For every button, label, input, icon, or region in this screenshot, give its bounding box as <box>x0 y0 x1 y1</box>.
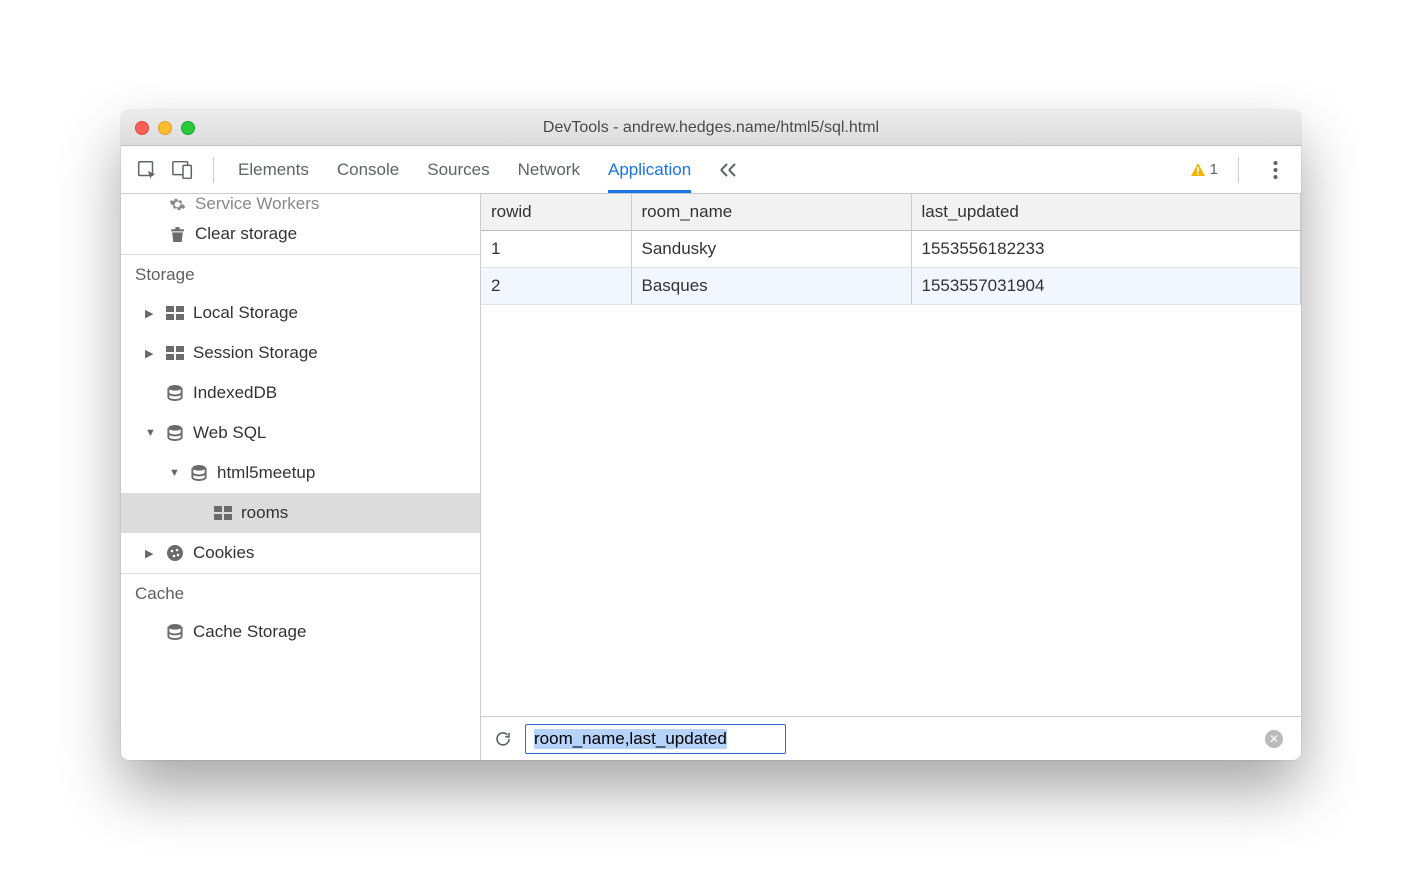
tab-network[interactable]: Network <box>518 146 580 193</box>
col-room-name[interactable]: room_name <box>631 194 911 231</box>
clear-input-icon[interactable]: ✕ <box>1265 730 1283 748</box>
cookie-icon <box>165 544 185 562</box>
table-row[interactable]: 2 Basques 1553557031904 <box>481 268 1301 305</box>
cell-rowid: 1 <box>481 231 631 268</box>
sidebar-item-label: Session Storage <box>193 343 318 363</box>
data-table-wrap: rowid room_name last_updated 1 Sandusky … <box>481 194 1301 716</box>
content-area: Service Workers Clear storage Storage ▶ … <box>121 194 1301 760</box>
warning-icon <box>1190 162 1206 178</box>
data-table: rowid room_name last_updated 1 Sandusky … <box>481 194 1301 305</box>
tab-console[interactable]: Console <box>337 146 399 193</box>
statusbar: room_name,last_updated ✕ <box>481 716 1301 760</box>
sidebar-item-label: html5meetup <box>217 463 315 483</box>
table-icon <box>213 506 233 520</box>
sidebar-item-label: Cookies <box>193 543 254 563</box>
tabs-overflow[interactable] <box>719 146 739 193</box>
sidebar-item-cache-storage[interactable]: Cache Storage <box>121 612 480 652</box>
sidebar-item-label: Web SQL <box>193 423 266 443</box>
warnings-badge[interactable]: 1 <box>1190 161 1218 178</box>
sidebar-item-label: Clear storage <box>195 224 297 244</box>
section-storage: Storage <box>121 254 480 293</box>
section-cache: Cache <box>121 573 480 612</box>
chevron-right-icon: ▶ <box>145 547 157 560</box>
sidebar-item-clear-storage[interactable]: Clear storage <box>121 214 480 254</box>
window-title: DevTools - andrew.hedges.name/html5/sql.… <box>121 119 1301 137</box>
panel-tabs: Elements Console Sources Network Applica… <box>238 146 739 193</box>
table-header-row: rowid room_name last_updated <box>481 194 1301 231</box>
col-last-updated[interactable]: last_updated <box>911 194 1301 231</box>
sidebar-item-local-storage[interactable]: ▶ Local Storage <box>121 293 480 333</box>
sidebar-item-label: rooms <box>241 503 288 523</box>
devtools-window: DevTools - andrew.hedges.name/html5/sql.… <box>121 110 1301 760</box>
tab-elements[interactable]: Elements <box>238 146 309 193</box>
cell-last-updated: 1553557031904 <box>911 268 1301 305</box>
cell-rowid: 2 <box>481 268 631 305</box>
sidebar-item-session-storage[interactable]: ▶ Session Storage <box>121 333 480 373</box>
gear-icon <box>167 196 187 213</box>
database-icon <box>165 385 185 402</box>
database-icon <box>165 425 185 442</box>
sidebar-item-service-workers[interactable]: Service Workers <box>121 194 480 214</box>
table-row[interactable]: 1 Sandusky 1553556182233 <box>481 231 1301 268</box>
sidebar-item-websql[interactable]: ▼ Web SQL <box>121 413 480 453</box>
devtools-toolbar: Elements Console Sources Network Applica… <box>121 146 1301 194</box>
inspect-element-icon[interactable] <box>131 154 163 186</box>
table-icon <box>165 306 185 320</box>
database-icon <box>165 624 185 641</box>
sql-input[interactable] <box>525 724 786 754</box>
sidebar-item-websql-db[interactable]: ▼ html5meetup <box>121 453 480 493</box>
chevron-down-icon: ▼ <box>145 427 157 439</box>
chevron-right-icon: ▶ <box>145 307 157 320</box>
refresh-icon[interactable] <box>491 730 515 748</box>
sidebar-item-label: Cache Storage <box>193 622 306 642</box>
table-icon <box>165 346 185 360</box>
kebab-menu-icon[interactable] <box>1259 154 1291 186</box>
titlebar: DevTools - andrew.hedges.name/html5/sql.… <box>121 110 1301 146</box>
cell-last-updated: 1553556182233 <box>911 231 1301 268</box>
sidebar-item-indexeddb[interactable]: IndexedDB <box>121 373 480 413</box>
cell-room-name: Basques <box>631 268 911 305</box>
trash-icon <box>167 226 187 243</box>
chevron-down-icon: ▼ <box>169 467 181 479</box>
col-rowid[interactable]: rowid <box>481 194 631 231</box>
toolbar-divider <box>213 157 214 183</box>
database-icon <box>189 465 209 482</box>
sql-input-wrap: room_name,last_updated ✕ <box>525 724 1291 754</box>
sidebar-item-label: Local Storage <box>193 303 298 323</box>
tab-application[interactable]: Application <box>608 146 691 193</box>
sidebar-item-cookies[interactable]: ▶ Cookies <box>121 533 480 573</box>
chevron-right-icon: ▶ <box>145 347 157 360</box>
sidebar-item-label: IndexedDB <box>193 383 277 403</box>
main-panel: rowid room_name last_updated 1 Sandusky … <box>481 194 1301 760</box>
toolbar-divider <box>1238 157 1239 183</box>
application-sidebar: Service Workers Clear storage Storage ▶ … <box>121 194 481 760</box>
tab-sources[interactable]: Sources <box>427 146 489 193</box>
sidebar-item-websql-table[interactable]: rooms <box>121 493 480 533</box>
warning-count: 1 <box>1210 161 1218 178</box>
device-toolbar-icon[interactable] <box>167 154 199 186</box>
cell-room-name: Sandusky <box>631 231 911 268</box>
